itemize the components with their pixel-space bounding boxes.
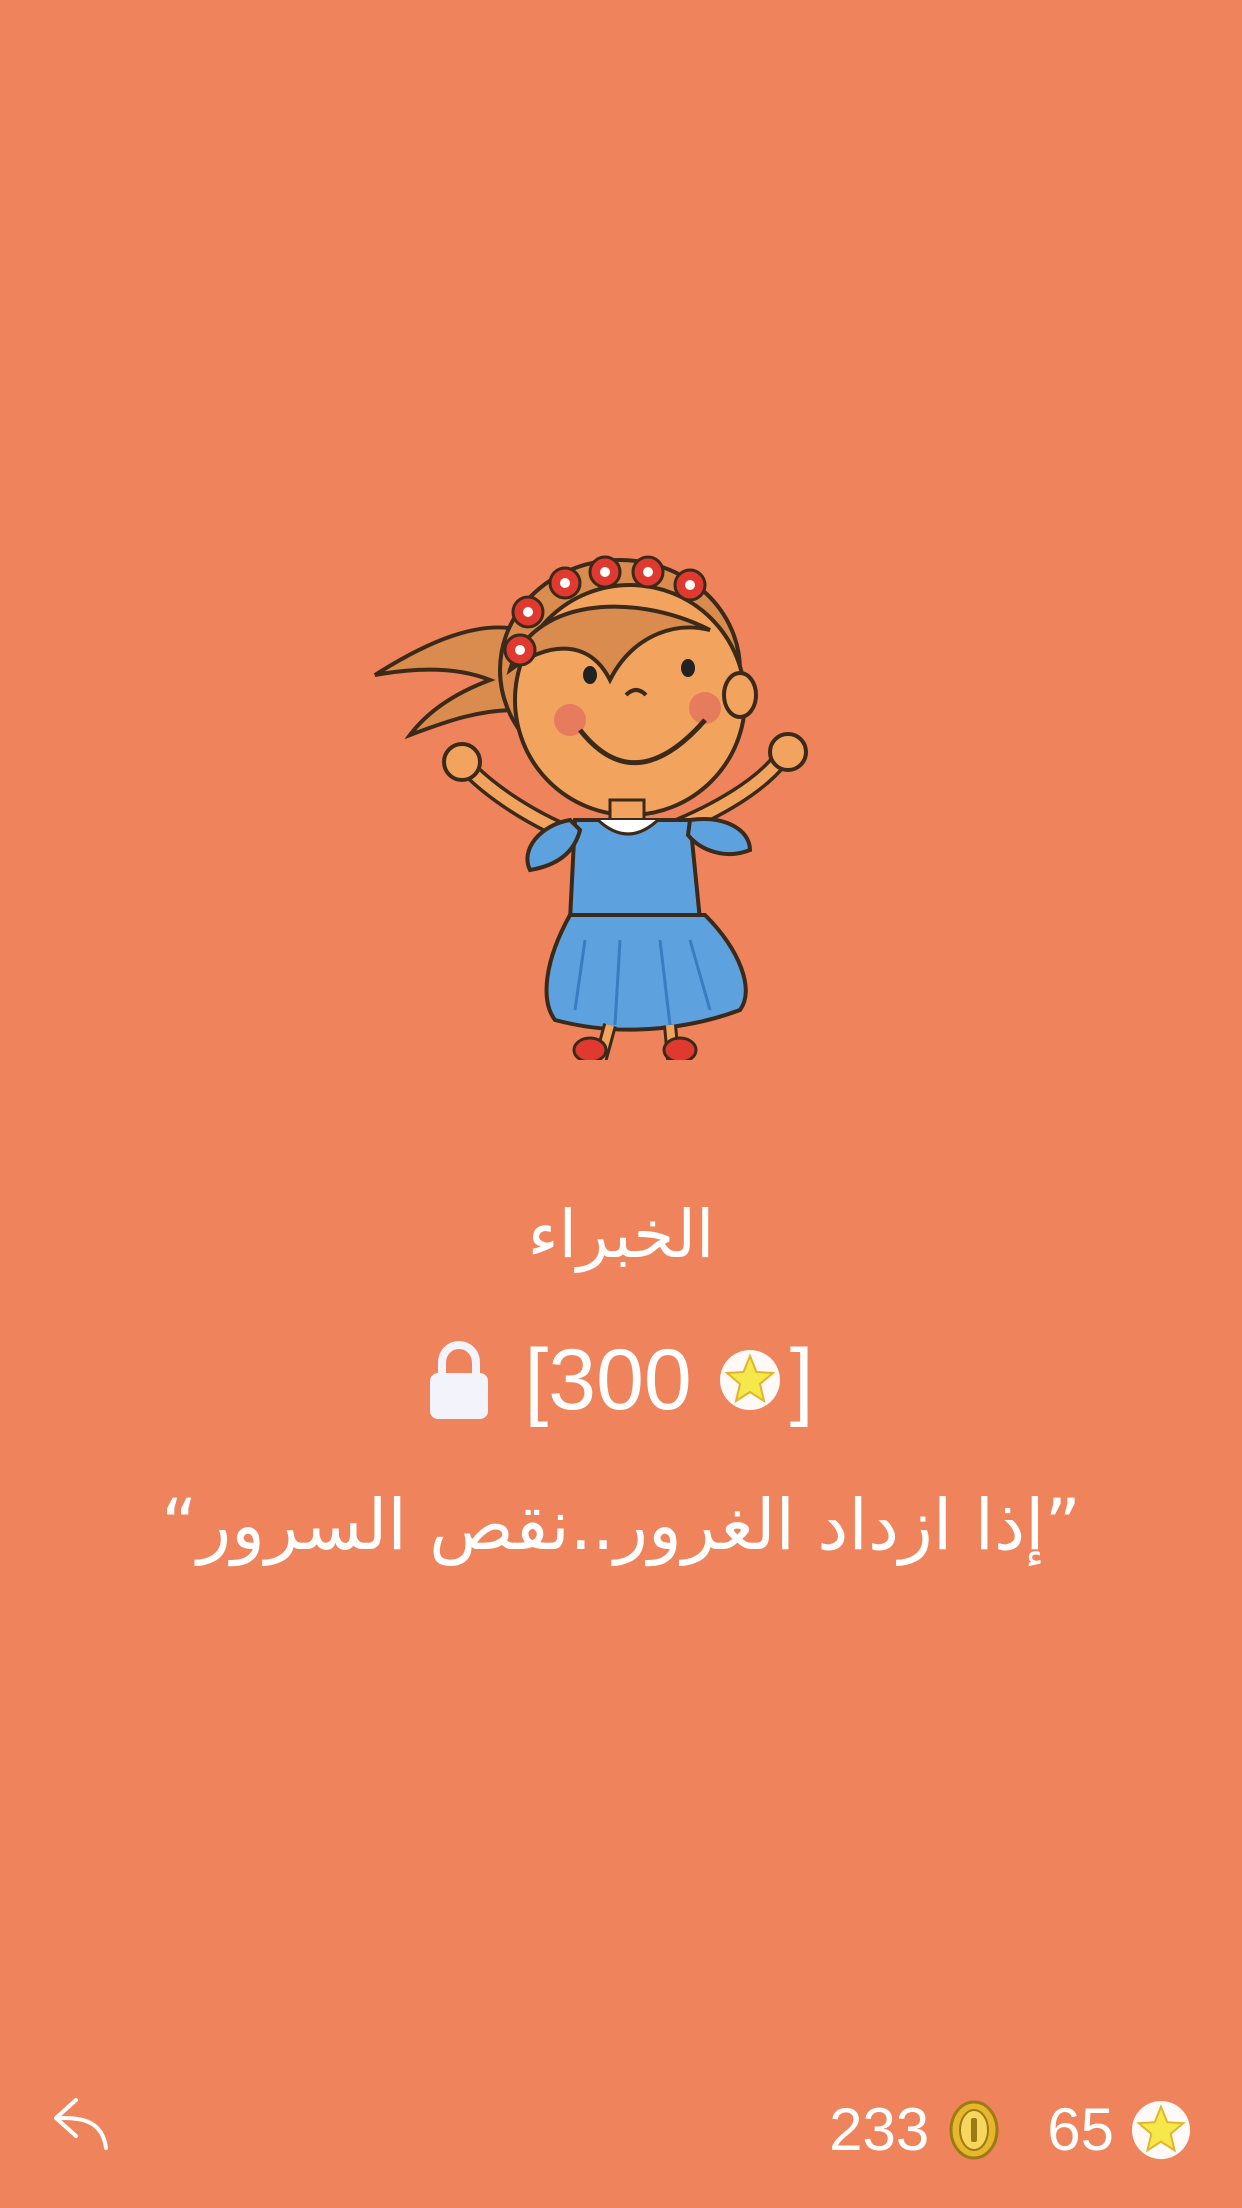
player-stats: 233 65 — [829, 2090, 1192, 2170]
cost-bracket-open: [ — [524, 1332, 549, 1428]
level-title: الخبراء — [527, 1196, 715, 1273]
star-icon — [1131, 2100, 1191, 2160]
star-icon — [719, 1350, 780, 1410]
stars-count: 65 — [1047, 2096, 1114, 2163]
lock-icon — [430, 1340, 489, 1419]
cost-bracket-close: ] — [789, 1332, 814, 1428]
character-illustration — [373, 555, 808, 1060]
cost-value: 300 — [548, 1332, 692, 1428]
coin-icon — [949, 2100, 999, 2160]
level-quote: ”إذا ازداد الغرور..نقص السرور“ — [161, 1484, 1081, 1566]
back-arrow-icon[interactable] — [50, 2090, 114, 2154]
unlock-cost-row[interactable]: [ 300 ] — [0, 1330, 1242, 1430]
unlock-cost: [ 300 ] — [524, 1330, 813, 1430]
coins-count: 233 — [829, 2096, 930, 2163]
